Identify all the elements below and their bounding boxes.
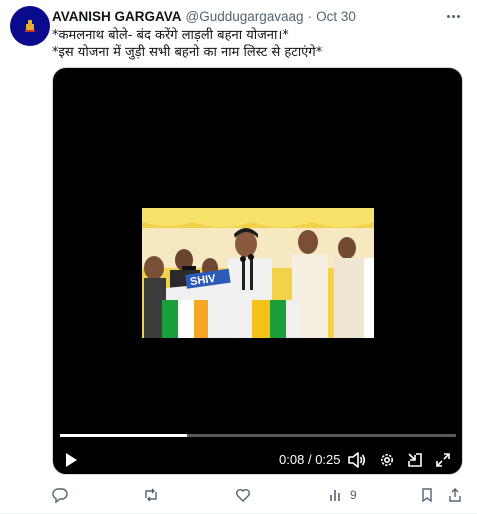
- video-frame[interactable]: SHIV: [142, 208, 374, 338]
- reply-button[interactable]: [52, 484, 74, 506]
- author-handle[interactable]: @Guddugargavaag: [186, 9, 304, 24]
- share-icon: [449, 488, 461, 502]
- share-button[interactable]: [447, 484, 463, 506]
- picture-in-picture-button[interactable]: [405, 450, 425, 470]
- views-button[interactable]: 9: [328, 484, 357, 506]
- fullscreen-icon: [436, 453, 450, 467]
- video-scene: SHIV: [142, 208, 374, 338]
- settings-icon: [381, 454, 393, 466]
- tweet-timestamp[interactable]: Oct 30: [316, 9, 356, 24]
- emblem-icon: [25, 20, 35, 32]
- like-button[interactable]: [235, 484, 257, 506]
- header-separator: ·: [307, 8, 313, 24]
- tweet[interactable]: AVANISH GARGAVA @Guddugargavaag · Oct 30…: [0, 0, 477, 514]
- current-time: 0:08: [279, 452, 305, 467]
- play-icon: [66, 453, 77, 467]
- video-timecode: 0:08 / 0:25: [279, 452, 341, 467]
- views-icon: [330, 490, 340, 501]
- author-name[interactable]: AVANISH GARGAVA: [52, 9, 182, 24]
- more-options-button[interactable]: [443, 6, 463, 26]
- pip-icon: [408, 453, 422, 467]
- retweet-icon: [145, 488, 157, 502]
- fullscreen-button[interactable]: [433, 450, 453, 470]
- views-count: 9: [350, 488, 357, 502]
- tweet-header: AVANISH GARGAVA @Guddugargavaag · Oct 30: [52, 7, 447, 25]
- tweet-text: *कमलनाथ बोले- बंद करेंगे लाड़ली बहना योज…: [52, 27, 463, 61]
- bookmark-button[interactable]: [419, 484, 435, 506]
- more-dot-icon: [446, 14, 450, 18]
- like-icon: [236, 489, 250, 502]
- settings-button[interactable]: [377, 450, 397, 470]
- avatar[interactable]: [10, 6, 50, 46]
- tweet-text-line-1: *कमलनाथ बोले- बंद करेंगे लाड़ली बहना योज…: [52, 28, 289, 43]
- volume-icon: [348, 452, 366, 468]
- more-dot-icon: [451, 14, 455, 18]
- bookmark-icon: [422, 488, 432, 503]
- time-separator: /: [307, 452, 312, 467]
- reply-icon: [52, 488, 68, 503]
- tweet-text-line-2: *इस योजना में जुड़ी सभी बहनो का नाम लिस्…: [52, 45, 323, 60]
- duration: 0:25: [315, 452, 341, 467]
- more-dot-icon: [456, 14, 460, 18]
- video-player[interactable]: SHIV 0:08 / 0:25: [52, 67, 463, 475]
- play-button[interactable]: [61, 450, 81, 470]
- volume-button[interactable]: [347, 450, 367, 470]
- retweet-button[interactable]: [143, 484, 165, 506]
- video-progress-fill: [60, 434, 187, 437]
- video-progress-bar[interactable]: [60, 434, 456, 437]
- tweet-actions: 9: [0, 484, 477, 506]
